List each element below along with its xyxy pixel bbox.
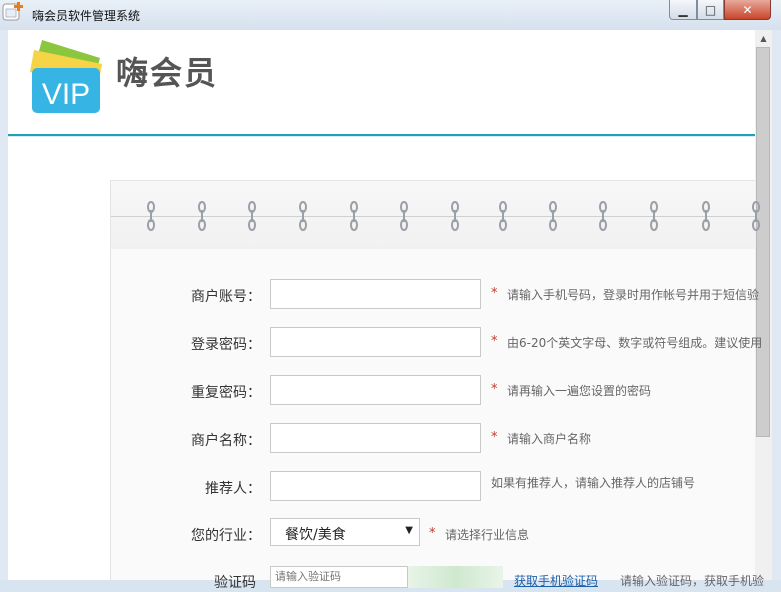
captcha-label: 验证码 bbox=[214, 575, 256, 591]
chevron-down-icon: ▼ bbox=[405, 525, 413, 536]
captcha-image[interactable] bbox=[408, 566, 503, 588]
spiral-ring-icon bbox=[599, 201, 607, 232]
get-sms-code-link[interactable]: 获取手机验证码 bbox=[514, 572, 598, 589]
industry-select[interactable]: 餐饮/美食 ▼ bbox=[270, 518, 420, 546]
spiral-ring-icon bbox=[299, 201, 307, 232]
header-divider-shadow bbox=[8, 136, 755, 137]
account-hint: 请输入手机号码，登录时用作帐号并用于短信验 bbox=[507, 288, 760, 302]
app-icon bbox=[2, 2, 23, 21]
confirm-password-input[interactable] bbox=[270, 375, 481, 405]
spiral-ring-icon bbox=[451, 201, 459, 232]
merchant-name-label: 商户名称： bbox=[191, 433, 261, 449]
captcha-hint: 请输入验证码，获取手机验 bbox=[620, 574, 765, 588]
required-mark: * bbox=[491, 382, 498, 397]
spiral-ring-icon bbox=[499, 201, 507, 232]
spiral-ring-icon bbox=[147, 201, 155, 232]
confirm-password-hint: 请再输入一遍您设置的密码 bbox=[507, 384, 652, 398]
window-title: 嗨会员软件管理系统 bbox=[32, 9, 141, 23]
password-input[interactable] bbox=[270, 327, 481, 357]
minimize-button[interactable]: ▁ bbox=[669, 0, 697, 20]
vip-logo: VIP bbox=[30, 40, 102, 113]
spiral-ring-icon bbox=[350, 201, 358, 232]
scroll-up-icon[interactable]: ▲ bbox=[755, 30, 772, 47]
spiral-ring-icon bbox=[248, 201, 256, 232]
maximize-button[interactable]: □ bbox=[697, 0, 724, 20]
account-label: 商户账号： bbox=[191, 289, 261, 305]
merchant-name-input[interactable] bbox=[270, 423, 481, 453]
scrollbar-thumb[interactable] bbox=[756, 47, 770, 437]
merchant-name-hint: 请输入商户名称 bbox=[507, 432, 592, 446]
required-mark: * bbox=[491, 334, 498, 349]
minimize-icon: ▁ bbox=[678, 2, 688, 17]
maximize-icon: □ bbox=[704, 2, 717, 17]
industry-hint: 请选择行业信息 bbox=[445, 528, 530, 542]
title-bar[interactable]: 嗨会员软件管理系统 ▁ □ ✕ bbox=[0, 0, 781, 30]
required-mark: * bbox=[491, 430, 498, 445]
referrer-label: 推荐人： bbox=[205, 481, 261, 497]
confirm-password-label: 重复密码： bbox=[191, 385, 261, 401]
required-mark: * bbox=[429, 526, 436, 541]
required-mark: * bbox=[491, 286, 498, 301]
spiral-ring-icon bbox=[549, 201, 557, 232]
close-icon: ✕ bbox=[742, 2, 753, 17]
app-window: 嗨会员软件管理系统 ▁ □ ✕ VIP 嗨会员 ▲ 商户账号： * 请输入手机号… bbox=[0, 0, 781, 591]
captcha-input[interactable] bbox=[270, 566, 408, 588]
account-input[interactable] bbox=[270, 279, 481, 309]
industry-selected: 餐饮/美食 bbox=[285, 527, 346, 543]
window-frame bbox=[772, 30, 781, 580]
svg-text:VIP: VIP bbox=[42, 78, 90, 111]
brand-title: 嗨会员 bbox=[116, 54, 219, 92]
vertical-scrollbar[interactable]: ▲ bbox=[755, 30, 772, 580]
spiral-ring-icon bbox=[752, 201, 760, 232]
close-button[interactable]: ✕ bbox=[724, 0, 771, 20]
referrer-hint: 如果有推荐人，请输入推荐人的店铺号 bbox=[491, 476, 696, 490]
password-label: 登录密码： bbox=[191, 337, 261, 353]
spiral-ring-icon bbox=[198, 201, 206, 232]
spiral-ring-icon bbox=[400, 201, 408, 232]
password-hint: 由6-20个英文字母、数字或符号组成。建议使用 bbox=[507, 336, 763, 350]
industry-label: 您的行业： bbox=[191, 528, 261, 544]
spiral-ring-icon bbox=[650, 201, 658, 232]
spiral-ring-icon bbox=[702, 201, 710, 232]
referrer-input[interactable] bbox=[270, 471, 481, 501]
